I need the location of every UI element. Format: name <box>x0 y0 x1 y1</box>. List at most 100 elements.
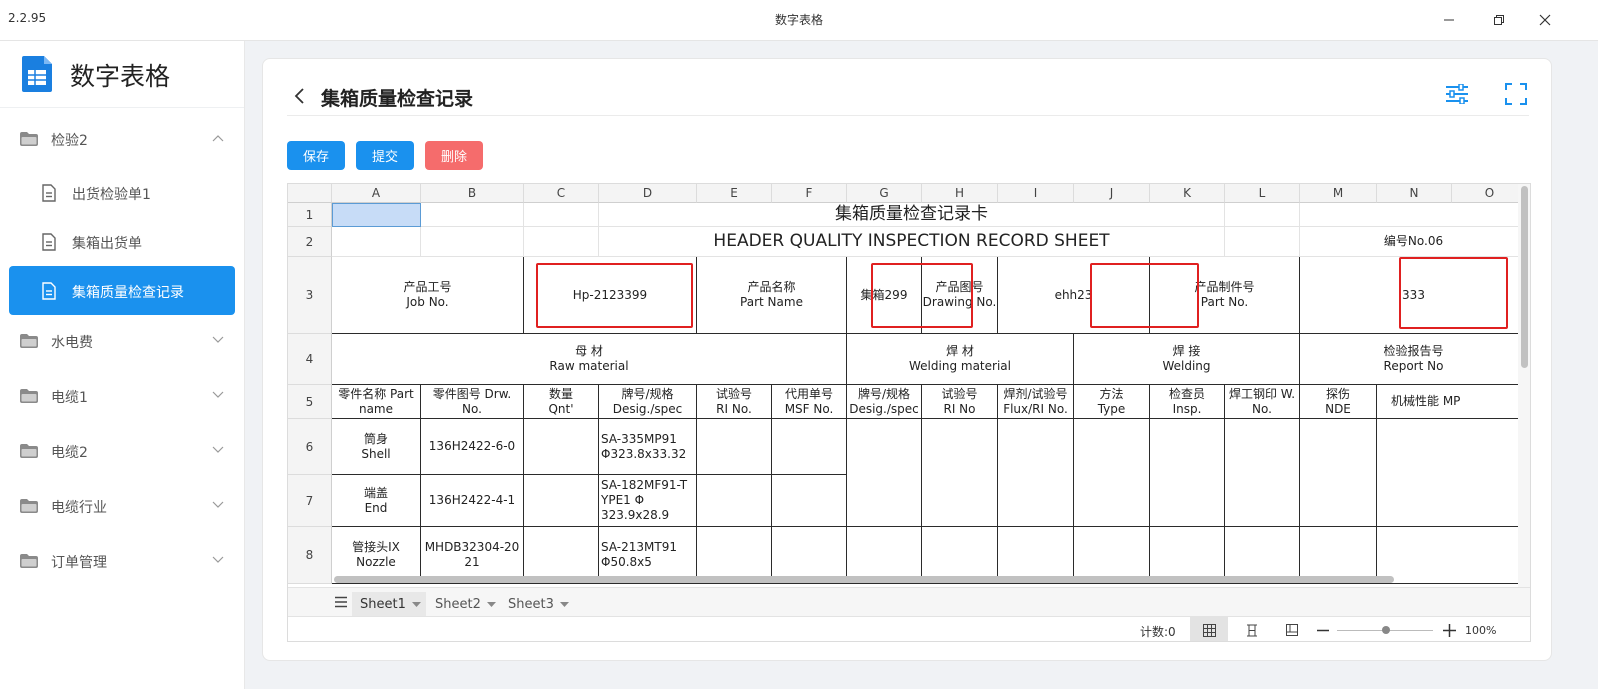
row-header[interactable]: 3 <box>288 257 332 334</box>
row-header[interactable]: 5 <box>288 385 332 419</box>
column-header[interactable]: N <box>1377 184 1452 203</box>
column-title[interactable]: 方法 Type <box>1074 385 1150 419</box>
table-cell[interactable] <box>524 475 599 527</box>
close-window-button[interactable] <box>1533 8 1557 32</box>
normal-view-button[interactable] <box>1190 617 1228 641</box>
row-header[interactable]: 4 <box>288 334 332 385</box>
menu-group-cable2[interactable]: 电缆2 <box>0 426 244 476</box>
vertical-scrollbar[interactable] <box>1518 184 1530 587</box>
table-cell[interactable] <box>697 419 772 475</box>
table-cell[interactable]: 产品工号 Job No. <box>332 257 524 334</box>
column-title[interactable]: 零件名称 Part name <box>332 385 421 419</box>
table-cell[interactable] <box>847 419 922 527</box>
settings-sliders-icon[interactable] <box>1445 84 1469 104</box>
table-cell[interactable]: 母 材 Raw material <box>332 334 847 385</box>
table-cell[interactable] <box>922 419 998 527</box>
row-header[interactable]: 7 <box>288 475 332 527</box>
vertical-scroll-thumb[interactable] <box>1521 186 1528 368</box>
part-name-value[interactable]: 集箱299 <box>847 257 922 334</box>
table-cell[interactable]: SA-335MP91 Φ323.8x33.32 <box>599 419 697 475</box>
sheet-tab-3[interactable]: Sheet3 <box>502 592 574 616</box>
menu-item-header-shipping[interactable]: 集箱出货单 <box>0 219 244 265</box>
menu-group-inspection2[interactable]: 检验2 <box>0 114 244 164</box>
part-no-value[interactable]: 333 <box>1300 257 1518 334</box>
column-header[interactable]: E <box>697 184 772 203</box>
column-header[interactable]: J <box>1074 184 1150 203</box>
column-header[interactable]: G <box>847 184 922 203</box>
table-cell[interactable]: 产品图号 Drawing No. <box>922 257 998 334</box>
menu-group-cable-industry[interactable]: 电缆行业 <box>0 481 244 531</box>
drawing-no-value[interactable]: ehh23 <box>998 257 1150 334</box>
column-title[interactable]: 机械性能 MP <box>1377 385 1518 419</box>
table-cell[interactable] <box>1300 203 1518 227</box>
minimize-button[interactable] <box>1437 8 1461 32</box>
row-header[interactable]: 8 <box>288 527 332 584</box>
table-cell[interactable] <box>1225 227 1300 257</box>
sheet-title-cn[interactable]: 集箱质量检查记录卡 <box>599 203 1225 227</box>
column-title[interactable]: 零件图号 Drw. No. <box>421 385 524 419</box>
column-title[interactable]: 焊工钢印 W. No. <box>1225 385 1300 419</box>
column-header[interactable]: A <box>332 184 421 203</box>
menu-group-cable1[interactable]: 电缆1 <box>0 371 244 421</box>
column-header[interactable]: K <box>1150 184 1225 203</box>
table-cell[interactable] <box>1300 419 1377 527</box>
column-header[interactable]: B <box>421 184 524 203</box>
table-cell[interactable]: SA-182MF91-T YPE1 Φ 323.9x28.9 <box>599 475 697 527</box>
sheet-menu-icon[interactable] <box>334 596 348 608</box>
sheet-number[interactable]: 编号No.06 <box>1300 227 1518 257</box>
table-cell[interactable] <box>524 203 599 227</box>
column-title[interactable]: 检查员 Insp. <box>1150 385 1225 419</box>
save-button[interactable]: 保存 <box>287 141 345 170</box>
table-cell[interactable]: 焊 接 Welding <box>1074 334 1300 385</box>
column-title[interactable]: 牌号/规格 Desig./spec <box>599 385 697 419</box>
column-header[interactable]: D <box>599 184 697 203</box>
table-cell[interactable] <box>1377 419 1518 527</box>
table-cell[interactable]: 筒身 Shell <box>332 419 421 475</box>
back-arrow-icon[interactable] <box>293 87 305 105</box>
column-title[interactable]: 探伤 NDE <box>1300 385 1377 419</box>
column-header[interactable]: F <box>772 184 847 203</box>
caret-down-icon[interactable] <box>560 602 569 607</box>
table-cell[interactable] <box>1225 419 1300 527</box>
column-title[interactable]: 试验号 RI No. <box>697 385 772 419</box>
table-cell[interactable] <box>421 227 524 257</box>
job-no-value[interactable]: Hp-2123399 <box>524 257 697 334</box>
table-cell[interactable]: 端盖 End <box>332 475 421 527</box>
table-cell[interactable] <box>1074 419 1150 527</box>
table-cell[interactable]: 产品制件号 Part No. <box>1150 257 1300 334</box>
sheet-tab-1[interactable]: Sheet1 <box>352 592 426 616</box>
menu-item-shipping-inspection[interactable]: 出货检验单1 <box>0 170 244 216</box>
menu-group-utilities[interactable]: 水电费 <box>0 316 244 366</box>
table-cell[interactable] <box>697 475 772 527</box>
restore-button[interactable] <box>1487 8 1511 32</box>
column-header[interactable]: L <box>1225 184 1300 203</box>
table-cell[interactable]: 焊 材 Welding material <box>847 334 1074 385</box>
table-cell[interactable]: 136H2422-6-0 <box>421 419 524 475</box>
column-title[interactable]: 牌号/规格 Desig./spec <box>847 385 922 419</box>
submit-button[interactable]: 提交 <box>356 141 414 170</box>
table-cell[interactable]: 产品名称 Part Name <box>697 257 847 334</box>
table-cell[interactable] <box>332 227 421 257</box>
column-title[interactable]: 数量 Qnt' <box>524 385 599 419</box>
caret-down-icon[interactable] <box>412 602 421 607</box>
column-header[interactable]: M <box>1300 184 1377 203</box>
menu-item-header-quality-record[interactable]: 集箱质量检查记录 <box>9 266 235 315</box>
horizontal-scrollbar[interactable] <box>332 574 1518 584</box>
sheet-tab-2[interactable]: Sheet2 <box>428 592 500 616</box>
menu-group-order-management[interactable]: 订单管理 <box>0 536 244 586</box>
column-header[interactable]: H <box>922 184 998 203</box>
cell-a1-selected[interactable] <box>332 203 421 227</box>
table-cell[interactable] <box>524 419 599 475</box>
sheet-title-en[interactable]: HEADER QUALITY INSPECTION RECORD SHEET <box>599 227 1225 257</box>
fullscreen-icon[interactable] <box>1505 83 1527 105</box>
table-cell[interactable]: 检验报告号 Report No <box>1300 334 1518 385</box>
column-header[interactable]: I <box>998 184 1074 203</box>
table-cell[interactable]: 136H2422-4-1 <box>421 475 524 527</box>
zoom-in-icon[interactable] <box>1443 624 1456 637</box>
delete-button[interactable]: 删除 <box>425 141 483 170</box>
column-title[interactable]: 试验号 RI No <box>922 385 998 419</box>
table-cell[interactable] <box>772 475 847 527</box>
zoom-slider-handle[interactable] <box>1382 626 1390 634</box>
table-cell[interactable] <box>998 419 1074 527</box>
page-layout-view-icon[interactable] <box>1285 623 1299 637</box>
